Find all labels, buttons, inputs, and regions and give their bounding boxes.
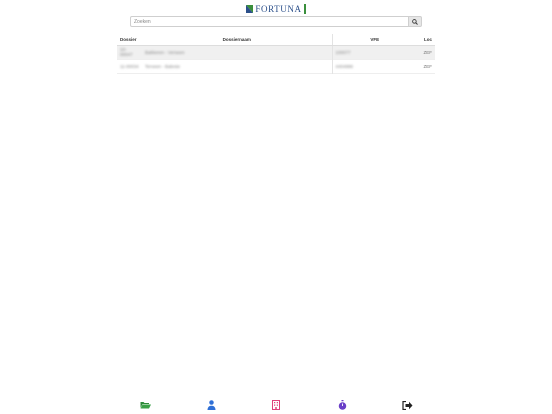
logout-icon xyxy=(401,400,412,410)
nav-person-button[interactable] xyxy=(205,399,217,411)
nav-dossiers-button[interactable] xyxy=(139,399,151,411)
cell-dossier: 10-00047 xyxy=(120,47,133,57)
brand-logo: FORTUNA xyxy=(0,3,552,15)
brand-name: FORTUNA xyxy=(255,4,302,14)
nav-building-button[interactable] xyxy=(270,399,282,411)
cell-dossiernaam: Bakkeren - Verseen xyxy=(145,49,185,55)
cell-loc: ZEF xyxy=(423,49,433,55)
search-input[interactable] xyxy=(130,16,409,27)
dossier-table: Dossier Dossiernaam VFE Loc 10-00047 Bak… xyxy=(117,34,435,74)
logo-bar xyxy=(303,4,306,14)
search-button[interactable] xyxy=(409,16,422,27)
bottom-nav xyxy=(0,399,552,411)
stopwatch-icon xyxy=(338,400,346,410)
cell-dossier: 11-00034 xyxy=(120,63,139,69)
cell-dossiernaam: Terveen - Baleste xyxy=(145,63,181,69)
header-dossier[interactable]: Dossier xyxy=(117,34,142,46)
search-bar xyxy=(130,16,422,27)
cell-loc: ZEF xyxy=(423,63,433,69)
cell-vfe: 100077 xyxy=(331,45,417,59)
header-dossiernaam[interactable]: Dossiernaam xyxy=(142,34,332,46)
table-row[interactable]: 10-00047 Bakkeren - Verseen 100077 ZEF xyxy=(117,45,435,59)
fortuna-logo-mark-icon xyxy=(246,5,254,13)
nav-timer-button[interactable] xyxy=(336,399,348,411)
search-icon xyxy=(412,18,418,25)
table-row[interactable]: 11-00034 Terveen - Baleste 4404986 ZEF xyxy=(117,59,435,73)
header-vfe[interactable]: VFE xyxy=(331,34,417,46)
building-icon xyxy=(272,400,280,410)
folder-open-icon xyxy=(140,402,151,409)
header-loc[interactable]: Loc xyxy=(417,34,435,46)
nav-logout-button[interactable] xyxy=(401,399,413,411)
person-icon xyxy=(207,400,215,410)
cell-vfe: 4404986 xyxy=(331,59,417,73)
table-header-row: Dossier Dossiernaam VFE Loc xyxy=(117,34,435,46)
